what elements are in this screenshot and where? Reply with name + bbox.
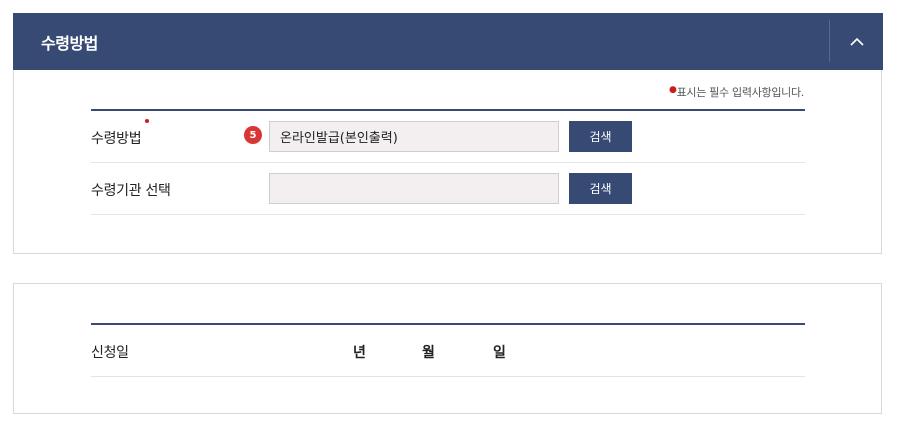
step-badge: 5 xyxy=(244,126,262,144)
receipt-agency-input[interactable] xyxy=(269,173,559,204)
panel-title: 수령방법 xyxy=(41,34,98,53)
receipt-form-table: 수령방법 5 검색 수령기관 선택 검색 xyxy=(91,109,805,215)
receipt-method-panel: 수령방법 ●표시는 필수 입력사항입니다. 수령방법 5 검색 수령기관 선택 … xyxy=(13,13,883,254)
chevron-up-icon xyxy=(849,37,864,46)
receipt-method-input[interactable] xyxy=(269,121,559,152)
receipt-method-row: 수령방법 5 검색 xyxy=(91,111,805,163)
year-label: 년 xyxy=(353,345,366,361)
required-note: ●표시는 필수 입력사항입니다. xyxy=(669,84,804,100)
application-date-label: 신청일 xyxy=(91,345,129,361)
receipt-method-search-button[interactable]: 검색 xyxy=(569,121,632,152)
receipt-method-label-text: 수령방법 xyxy=(91,131,142,147)
application-date-row: 신청일 년 월 일 xyxy=(91,325,805,377)
panel-header: 수령방법 xyxy=(13,13,883,70)
application-date-panel: 신청일 년 월 일 xyxy=(13,283,882,414)
receipt-agency-label: 수령기관 선택 xyxy=(91,183,171,199)
month-label: 월 xyxy=(422,345,435,361)
day-label: 일 xyxy=(493,345,506,361)
required-dot-icon: ● xyxy=(669,85,677,95)
collapse-button[interactable] xyxy=(830,13,883,70)
receipt-method-label: 수령방법 xyxy=(91,119,150,148)
application-date-table: 신청일 년 월 일 xyxy=(91,323,805,377)
receipt-agency-row: 수령기관 선택 검색 xyxy=(91,163,805,215)
required-note-text: 표시는 필수 입력사항입니다. xyxy=(676,86,805,99)
receipt-agency-search-button[interactable]: 검색 xyxy=(569,173,632,204)
required-dot-icon xyxy=(145,119,150,123)
